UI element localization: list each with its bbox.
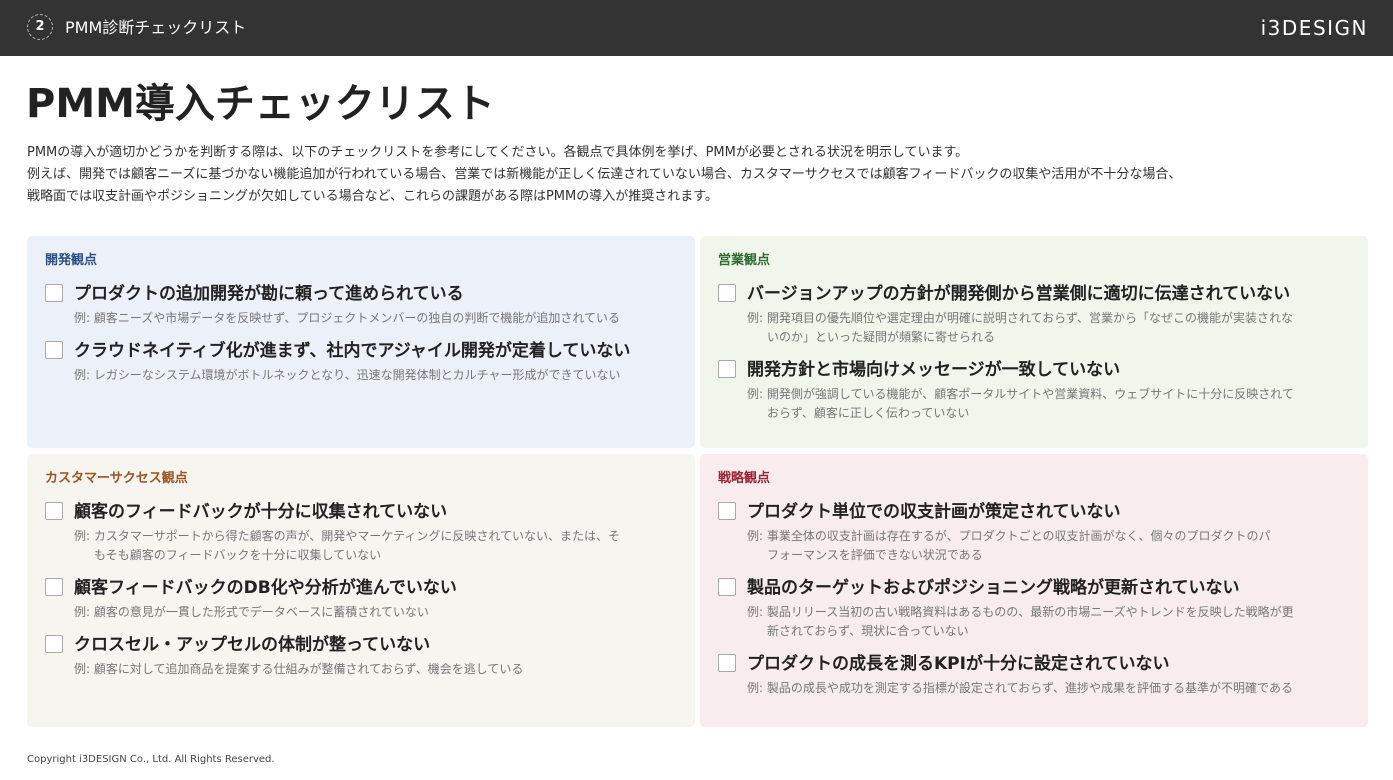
checklist-item-example: 例: 製品リリース当初の古い戦略資料はあるものの、最新の市場ニーズやトレンドを反… bbox=[747, 603, 1352, 641]
checklist-item-title: プロダクトの追加開発が勘に頼って進められている bbox=[74, 284, 464, 304]
checklist-item-example: 例: レガシーなシステム環境がボトルネックとなり、迅速な開発体制とカルチャー形成… bbox=[74, 366, 679, 385]
checklist-item: クラウドネイティブ化が進まず、社内でアジャイル開発が定着していない例: レガシー… bbox=[45, 340, 679, 385]
example-line: 例: 顧客の意見が一貫した形式でデータベースに蓄積されていない bbox=[74, 605, 429, 619]
panel-customer-success: カスタマーサクセス観点 顧客のフィードバックが十分に収集されていない例: カスタ… bbox=[27, 454, 695, 727]
checkbox[interactable] bbox=[718, 284, 736, 302]
checkbox[interactable] bbox=[45, 284, 63, 302]
example-line: いのか」といった疑問が頻繁に寄せられる bbox=[767, 330, 996, 344]
checklist-item: 顧客フィードバックのDB化や分析が進んでいない例: 顧客の意見が一貫した形式でデ… bbox=[45, 577, 679, 622]
checklist-item-example: 例: 顧客に対して追加商品を提案する仕組みが整備されておらず、機会を逃している bbox=[74, 660, 679, 679]
example-line: フォーマンスを評価できない状況である bbox=[767, 548, 983, 562]
panel-label: カスタマーサクセス観点 bbox=[45, 471, 188, 486]
panel-development: 開発観点 プロダクトの追加開発が勘に頼って進められている例: 顧客ニーズや市場デ… bbox=[27, 236, 695, 448]
example-line: 例: 製品の成長や成功を測定する指標が設定されておらず、進捗や成果を評価する基準… bbox=[747, 681, 1293, 695]
panel-label: 営業観点 bbox=[718, 253, 771, 268]
checklist-item-title: 顧客フィードバックのDB化や分析が進んでいない bbox=[74, 578, 457, 598]
checklist-item-example: 例: カスタマーサポートから得た顧客の声が、開発やマーケティングに反映されていな… bbox=[74, 527, 679, 565]
checklist-item: プロダクト単位での収支計画が策定されていない例: 事業全体の収支計画は存在するが… bbox=[718, 501, 1352, 565]
checkbox[interactable] bbox=[718, 578, 736, 596]
checkbox[interactable] bbox=[45, 635, 63, 653]
page-number-badge: 2 bbox=[27, 14, 53, 40]
example-line: 例: 顧客に対して追加商品を提案する仕組みが整備されておらず、機会を逃している bbox=[74, 662, 524, 676]
checklist-item-example: 例: 開発項目の優先順位や選定理由が明確に説明されておらず、営業から「なぜこの機… bbox=[747, 309, 1352, 347]
checklist-item-example: 例: 顧客の意見が一貫した形式でデータベースに蓄積されていない bbox=[74, 603, 679, 622]
intro-line: PMMの導入が適切かどうかを判断する際は、以下のチェックリストを参考にしてくださ… bbox=[27, 145, 969, 160]
checkbox[interactable] bbox=[718, 502, 736, 520]
checklist-item: バージョンアップの方針が開発側から営業側に適切に伝達されていない例: 開発項目の… bbox=[718, 283, 1352, 347]
panel-sales: 営業観点 バージョンアップの方針が開発側から営業側に適切に伝達されていない例: … bbox=[700, 236, 1368, 448]
example-line: 例: 事業全体の収支計画は存在するが、プロダクトごとの収支計画がなく、個々のプロ… bbox=[747, 529, 1271, 543]
page-title: PMM導入チェックリスト bbox=[26, 81, 495, 127]
checkbox[interactable] bbox=[718, 654, 736, 672]
checklist: 顧客のフィードバックが十分に収集されていない例: カスタマーサポートから得た顧客… bbox=[45, 501, 679, 679]
intro-text: PMMの導入が適切かどうかを判断する際は、以下のチェックリストを参考にしてくださ… bbox=[27, 142, 1367, 208]
intro-line: 戦略面では収支計画やポジショニングが欠如している場合など、これらの課題がある際は… bbox=[27, 189, 718, 204]
checklist-item: クロスセル・アップセルの体制が整っていない例: 顧客に対して追加商品を提案する仕… bbox=[45, 634, 679, 679]
example-line: おらず、顧客に正しく伝わっていない bbox=[767, 406, 970, 420]
checklist-item-example: 例: 顧客ニーズや市場データを反映せず、プロジェクトメンバーの独自の判断で機能が… bbox=[74, 309, 679, 328]
checkbox[interactable] bbox=[718, 360, 736, 378]
example-line: 例: 開発側が強調している機能が、顧客ポータルサイトや営業資料、ウェブサイトに十… bbox=[747, 387, 1294, 401]
company-logo: i3DESIGN bbox=[1260, 16, 1368, 40]
checkbox[interactable] bbox=[45, 578, 63, 596]
intro-line: 例えば、開発では顧客ニーズに基づかない機能追加が行われている場合、営業では新機能… bbox=[27, 167, 1182, 182]
panel-label: 戦略観点 bbox=[718, 471, 771, 486]
checklist: プロダクトの追加開発が勘に頼って進められている例: 顧客ニーズや市場データを反映… bbox=[45, 283, 679, 385]
checkbox[interactable] bbox=[45, 341, 63, 359]
checklist-item-title: プロダクトの成長を測るKPIが十分に設定されていない bbox=[747, 654, 1170, 674]
checklist-item-example: 例: 開発側が強調している機能が、顧客ポータルサイトや営業資料、ウェブサイトに十… bbox=[747, 385, 1352, 423]
checklist-item-title: クラウドネイティブ化が進まず、社内でアジャイル開発が定着していない bbox=[74, 341, 631, 361]
checklist-item-title: 顧客のフィードバックが十分に収集されていない bbox=[74, 502, 448, 522]
panel-label: 開発観点 bbox=[45, 253, 98, 268]
example-line: 例: 製品リリース当初の古い戦略資料はあるものの、最新の市場ニーズやトレンドを反… bbox=[747, 605, 1294, 619]
checklist-item-title: プロダクト単位での収支計画が策定されていない bbox=[747, 502, 1121, 522]
checklist-item-title: クロスセル・アップセルの体制が整っていない bbox=[74, 635, 431, 655]
checklist-item-example: 例: 事業全体の収支計画は存在するが、プロダクトごとの収支計画がなく、個々のプロ… bbox=[747, 527, 1352, 565]
example-line: 新されておらず、現状に合っていない bbox=[767, 624, 969, 638]
checklist-item: プロダクトの追加開発が勘に頼って進められている例: 顧客ニーズや市場データを反映… bbox=[45, 283, 679, 328]
checklist-item: 顧客のフィードバックが十分に収集されていない例: カスタマーサポートから得た顧客… bbox=[45, 501, 679, 565]
checklist-item-title: 開発方針と市場向けメッセージが一致していない bbox=[747, 360, 1121, 380]
example-line: 例: カスタマーサポートから得た顧客の声が、開発やマーケティングに反映されていな… bbox=[74, 529, 621, 543]
example-line: 例: レガシーなシステム環境がボトルネックとなり、迅速な開発体制とカルチャー形成… bbox=[74, 368, 621, 382]
checklist-item: 製品のターゲットおよびポジショニング戦略が更新されていない例: 製品リリース当初… bbox=[718, 577, 1352, 641]
panel-strategy: 戦略観点 プロダクト単位での収支計画が策定されていない例: 事業全体の収支計画は… bbox=[700, 454, 1368, 727]
example-line: もそも顧客のフィードバックを十分に収集していない bbox=[94, 548, 382, 562]
checkbox[interactable] bbox=[45, 502, 63, 520]
checklist-item: プロダクトの成長を測るKPIが十分に設定されていない例: 製品の成長や成功を測定… bbox=[718, 653, 1352, 698]
checklist: プロダクト単位での収支計画が策定されていない例: 事業全体の収支計画は存在するが… bbox=[718, 501, 1352, 698]
example-line: 例: 顧客ニーズや市場データを反映せず、プロジェクトメンバーの独自の判断で機能が… bbox=[74, 311, 621, 325]
checklist-item-title: バージョンアップの方針が開発側から営業側に適切に伝達されていない bbox=[747, 284, 1291, 304]
checklist-item-example: 例: 製品の成長や成功を測定する指標が設定されておらず、進捗や成果を評価する基準… bbox=[747, 679, 1352, 698]
copyright-footer: Copyright i3DESIGN Co., Ltd. All Rights … bbox=[27, 754, 275, 765]
checklist: バージョンアップの方針が開発側から営業側に適切に伝達されていない例: 開発項目の… bbox=[718, 283, 1352, 423]
section-title: PMM診断チェックリスト bbox=[65, 18, 247, 37]
checklist-item-title: 製品のターゲットおよびポジショニング戦略が更新されていない bbox=[747, 578, 1240, 598]
checklist-item: 開発方針と市場向けメッセージが一致していない例: 開発側が強調している機能が、顧… bbox=[718, 359, 1352, 423]
header-bar: 2 PMM診断チェックリスト i3DESIGN bbox=[0, 0, 1393, 56]
example-line: 例: 開発項目の優先順位や選定理由が明確に説明されておらず、営業から「なぜこの機… bbox=[747, 311, 1294, 325]
